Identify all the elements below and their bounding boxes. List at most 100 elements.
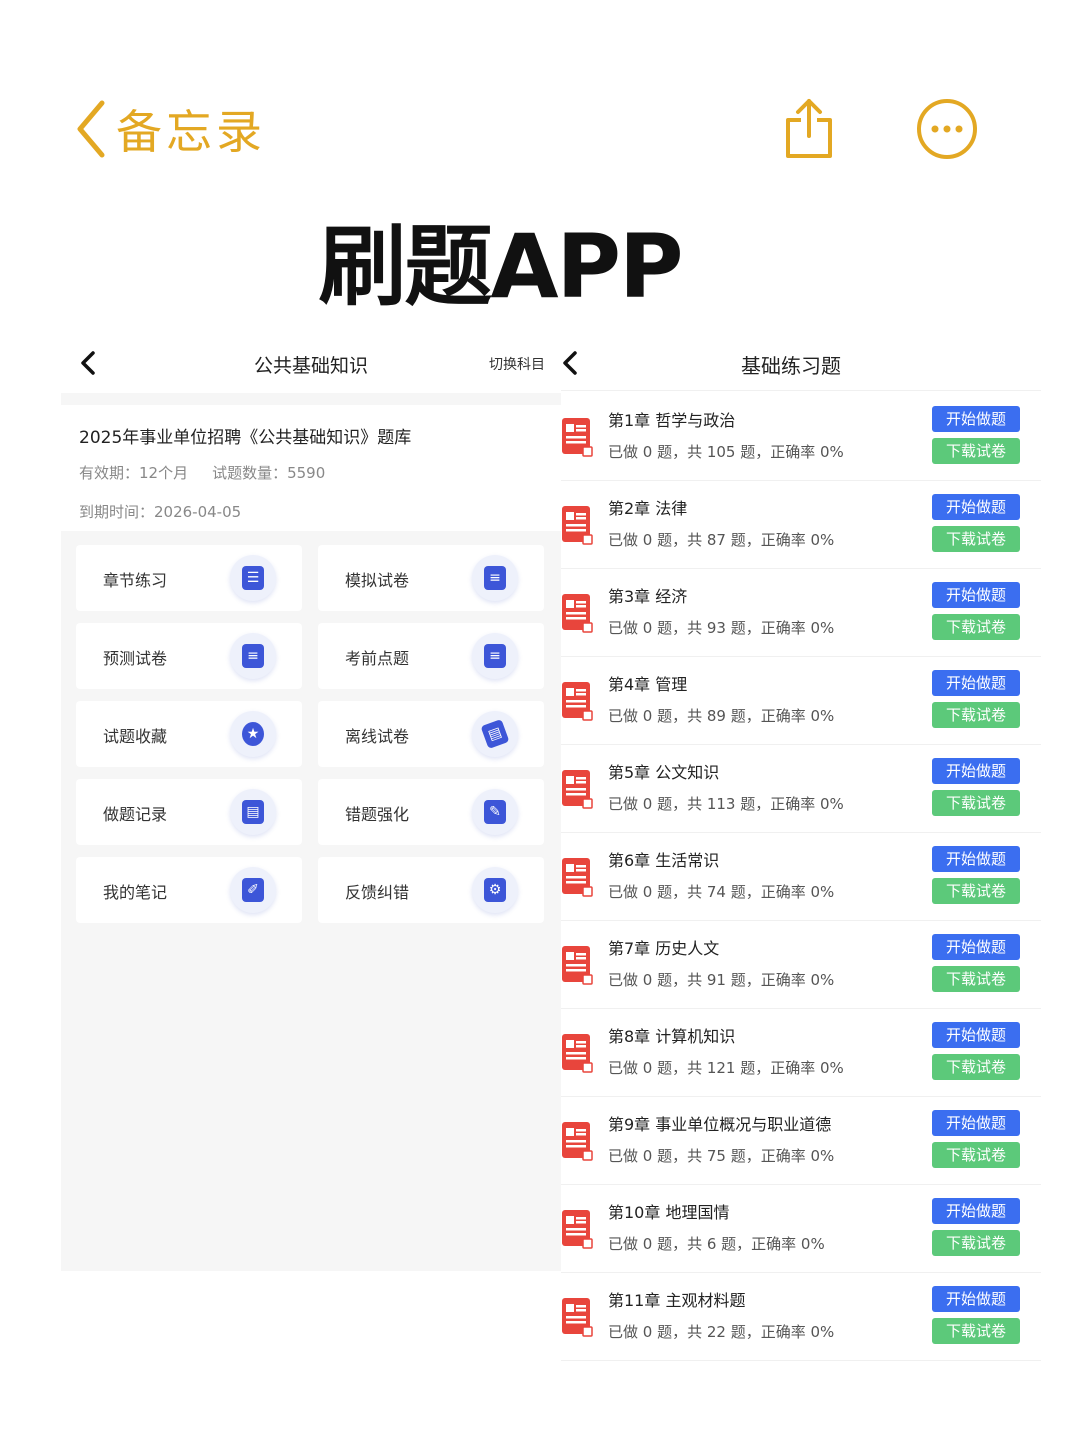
exam-paper-icon xyxy=(561,593,593,633)
tile-favorites[interactable]: 试题收藏 ★ xyxy=(76,701,302,767)
download-exam-button[interactable]: 下载试卷 xyxy=(932,1318,1020,1344)
download-exam-button[interactable]: 下载试卷 xyxy=(932,966,1020,992)
chapter-row[interactable]: 第1章 哲学与政治 已做 0 题，共 105 题，正确率 0% 开始做题 下载试… xyxy=(561,393,1041,481)
start-practice-button[interactable]: 开始做题 xyxy=(932,582,1020,608)
left-nav-bar: 公共基础知识 切换科目 xyxy=(61,335,561,393)
key-points-icon: ≡ xyxy=(472,633,518,679)
chapter-name: 第1章 哲学与政治 xyxy=(608,407,735,431)
chapter-name: 第11章 主观材料题 xyxy=(608,1287,745,1311)
tile-feedback[interactable]: 反馈纠错 ⚙ xyxy=(318,857,544,923)
chapter-name: 第3章 经济 xyxy=(608,583,687,607)
validity-text: 有效期：12个月 xyxy=(79,462,188,483)
exam-paper-icon xyxy=(561,1121,593,1161)
tile-label: 试题收藏 xyxy=(103,723,167,747)
note-icon: ✐ xyxy=(230,867,276,913)
notes-back-button[interactable]: 备忘录 xyxy=(74,96,266,162)
star-icon: ★ xyxy=(230,711,276,757)
tile-label: 离线试卷 xyxy=(345,723,409,747)
tile-label: 模拟试卷 xyxy=(345,567,409,591)
start-practice-button[interactable]: 开始做题 xyxy=(932,1022,1020,1048)
feedback-icon: ⚙ xyxy=(472,867,518,913)
chapter-row[interactable]: 第2章 法律 已做 0 题，共 87 题，正确率 0% 开始做题 下载试卷 xyxy=(561,481,1041,569)
exam-paper-icon xyxy=(561,681,593,721)
tile-chapter-practice[interactable]: 章节练习 ☰ xyxy=(76,545,302,611)
download-exam-button[interactable]: 下载试卷 xyxy=(932,1054,1020,1080)
chapter-row[interactable]: 第3章 经济 已做 0 题，共 93 题，正确率 0% 开始做题 下载试卷 xyxy=(561,569,1041,657)
paper-icon: ≡ xyxy=(472,555,518,601)
chapter-row[interactable]: 第10章 地理国情 已做 0 题，共 6 题，正确率 0% 开始做题 下载试卷 xyxy=(561,1185,1041,1273)
download-exam-button[interactable]: 下载试卷 xyxy=(932,526,1020,552)
exam-paper-icon xyxy=(561,1209,593,1249)
tile-key-points[interactable]: 考前点题 ≡ xyxy=(318,623,544,689)
chapter-stats: 已做 0 题，共 75 题，正确率 0% xyxy=(608,1145,834,1166)
more-icon xyxy=(916,98,978,160)
download-exam-button[interactable]: 下载试卷 xyxy=(932,878,1020,904)
chapter-row[interactable]: 第8章 计算机知识 已做 0 题，共 121 题，正确率 0% 开始做题 下载试… xyxy=(561,1009,1041,1097)
start-practice-button[interactable]: 开始做题 xyxy=(932,670,1020,696)
notes-back-label: 备忘录 xyxy=(116,96,266,162)
chapter-name: 第5章 公文知识 xyxy=(608,759,719,783)
right-screenshot-panel: 基础练习题 第1章 哲学与政治 已做 0 题，共 105 题，正确率 0% 开始… xyxy=(561,335,1041,1385)
chapter-stats: 已做 0 题，共 113 题，正确率 0% xyxy=(608,793,844,814)
expire-text: 到期时间：2026-04-05 xyxy=(79,501,543,522)
start-practice-button[interactable]: 开始做题 xyxy=(932,758,1020,784)
tile-label: 做题记录 xyxy=(103,801,167,825)
exam-paper-icon xyxy=(561,417,593,457)
mistake-icon: ✎ xyxy=(472,789,518,835)
chapter-stats: 已做 0 题，共 89 题，正确率 0% xyxy=(608,705,834,726)
chapter-stats: 已做 0 题，共 91 题，正确率 0% xyxy=(608,969,834,990)
chapter-name: 第9章 事业单位概况与职业道德 xyxy=(608,1111,831,1135)
record-icon: ▤ xyxy=(230,789,276,835)
chapter-stats: 已做 0 题，共 6 题，正确率 0% xyxy=(608,1233,825,1254)
tile-mock-exam[interactable]: 模拟试卷 ≡ xyxy=(318,545,544,611)
chapter-name: 第6章 生活常识 xyxy=(608,847,719,871)
start-practice-button[interactable]: 开始做题 xyxy=(932,494,1020,520)
chapter-row[interactable]: 第7章 历史人文 已做 0 题，共 91 题，正确率 0% 开始做题 下载试卷 xyxy=(561,921,1041,1009)
exam-paper-icon xyxy=(561,945,593,985)
tile-my-notes[interactable]: 我的笔记 ✐ xyxy=(76,857,302,923)
chapter-name: 第4章 管理 xyxy=(608,671,687,695)
tile-label: 考前点题 xyxy=(345,645,409,669)
start-practice-button[interactable]: 开始做题 xyxy=(932,846,1020,872)
chapter-row[interactable]: 第9章 事业单位概况与职业道德 已做 0 题，共 75 题，正确率 0% 开始做… xyxy=(561,1097,1041,1185)
offline-icon: ▤ xyxy=(472,711,518,757)
start-practice-button[interactable]: 开始做题 xyxy=(932,934,1020,960)
exam-paper-icon xyxy=(561,1297,593,1337)
question-bank-info: 2025年事业单位招聘《公共基础知识》题库 有效期：12个月 试题数量：5590… xyxy=(61,405,561,531)
chapter-name: 第2章 法律 xyxy=(608,495,687,519)
start-practice-button[interactable]: 开始做题 xyxy=(932,1286,1020,1312)
tile-forecast-exam[interactable]: 预测试卷 ≡ xyxy=(76,623,302,689)
tile-label: 错题强化 xyxy=(345,801,409,825)
download-exam-button[interactable]: 下载试卷 xyxy=(932,438,1020,464)
switch-subject-button[interactable]: 切换科目 xyxy=(489,354,545,374)
tile-offline-exam[interactable]: 离线试卷 ▤ xyxy=(318,701,544,767)
start-practice-button[interactable]: 开始做题 xyxy=(932,1198,1020,1224)
chapter-row[interactable]: 第5章 公文知识 已做 0 题，共 113 题，正确率 0% 开始做题 下载试卷 xyxy=(561,745,1041,833)
left-screenshot-panel: 公共基础知识 切换科目 2025年事业单位招聘《公共基础知识》题库 有效期：12… xyxy=(61,335,561,1271)
tile-mistake-review[interactable]: 错题强化 ✎ xyxy=(318,779,544,845)
question-count-text: 试题数量：5590 xyxy=(212,462,325,483)
chapter-list: 第1章 哲学与政治 已做 0 题，共 105 题，正确率 0% 开始做题 下载试… xyxy=(561,393,1041,1361)
bank-title: 2025年事业单位招聘《公共基础知识》题库 xyxy=(79,423,543,448)
chapter-row[interactable]: 第4章 管理 已做 0 题，共 89 题，正确率 0% 开始做题 下载试卷 xyxy=(561,657,1041,745)
chapter-name: 第10章 地理国情 xyxy=(608,1199,729,1223)
more-button[interactable] xyxy=(916,98,978,164)
chapter-row[interactable]: 第6章 生活常识 已做 0 题，共 74 题，正确率 0% 开始做题 下载试卷 xyxy=(561,833,1041,921)
tile-label: 章节练习 xyxy=(103,567,167,591)
download-exam-button[interactable]: 下载试卷 xyxy=(932,1230,1020,1256)
chapter-stats: 已做 0 题，共 87 题，正确率 0% xyxy=(608,529,834,550)
chapter-stats: 已做 0 题，共 105 题，正确率 0% xyxy=(608,441,844,462)
share-button[interactable] xyxy=(784,98,834,164)
download-exam-button[interactable]: 下载试卷 xyxy=(932,614,1020,640)
download-exam-button[interactable]: 下载试卷 xyxy=(932,702,1020,728)
start-practice-button[interactable]: 开始做题 xyxy=(932,406,1020,432)
chapter-row[interactable]: 第11章 主观材料题 已做 0 题，共 22 题，正确率 0% 开始做题 下载试… xyxy=(561,1273,1041,1361)
chapter-name: 第8章 计算机知识 xyxy=(608,1023,735,1047)
download-exam-button[interactable]: 下载试卷 xyxy=(932,1142,1020,1168)
tile-practice-record[interactable]: 做题记录 ▤ xyxy=(76,779,302,845)
chapter-stats: 已做 0 题，共 22 题，正确率 0% xyxy=(608,1321,834,1342)
start-practice-button[interactable]: 开始做题 xyxy=(932,1110,1020,1136)
left-nav-title: 公共基础知识 xyxy=(61,351,561,378)
list-icon: ☰ xyxy=(230,555,276,601)
download-exam-button[interactable]: 下载试卷 xyxy=(932,790,1020,816)
